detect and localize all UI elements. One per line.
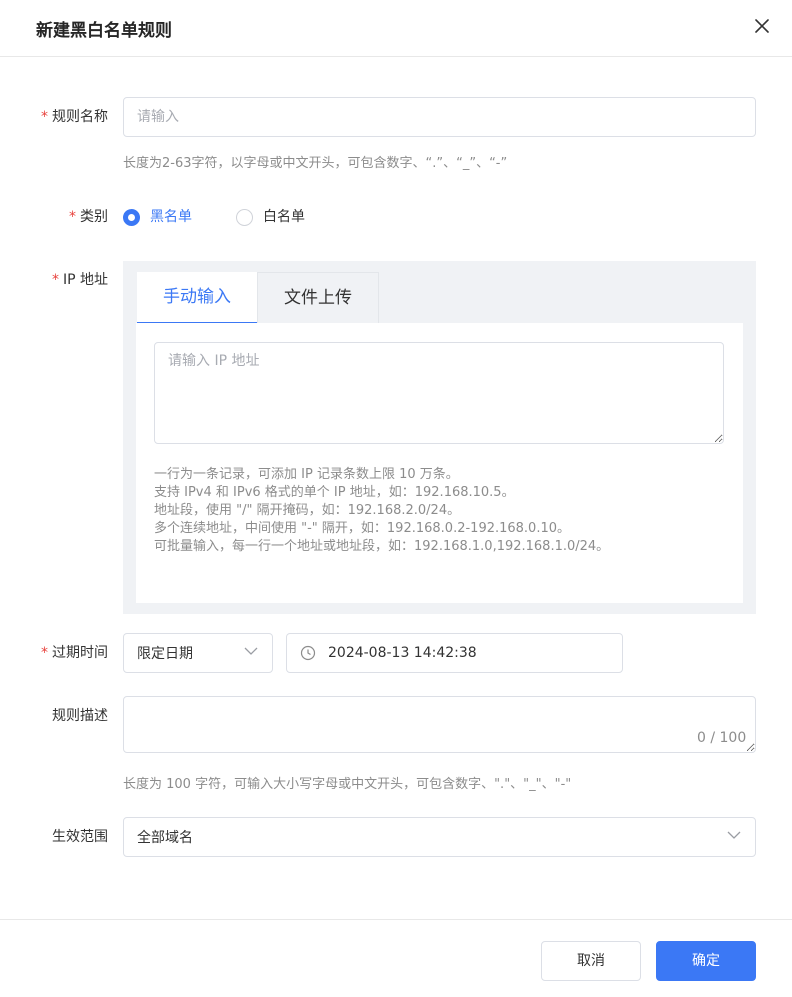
required-mark: *	[41, 109, 48, 125]
ip-label: * IP 地址	[51, 272, 108, 288]
expire-datetime-value: 2024-08-13 14:42:38	[328, 645, 477, 661]
description-counter: 0 / 100	[697, 730, 747, 746]
chevron-down-icon	[726, 827, 742, 847]
scope-value: 全部域名	[137, 830, 193, 846]
tab-manual-input[interactable]: 手动输入	[137, 272, 257, 323]
scope-label: 生效范围	[52, 829, 108, 845]
radio-blacklist-label: 黑名单	[150, 209, 192, 225]
rule-name-input[interactable]	[123, 97, 756, 137]
ip-hint-line: 可批量输入，每一行一个地址或地址段，如：192.168.1.0,192.168.…	[154, 539, 610, 554]
ip-hint-line: 多个连续地址，中间使用 "-" 隔开，如：192.168.0.2-192.168…	[154, 521, 571, 536]
description-label: 规则描述	[52, 708, 108, 724]
cancel-button[interactable]: 取消	[541, 941, 641, 981]
expire-label: * 过期时间	[41, 645, 108, 661]
dialog-header: 新建黑白名单规则	[0, 0, 792, 57]
clock-icon	[300, 645, 316, 661]
chevron-down-icon	[243, 643, 259, 663]
radio-whitelist-label: 白名单	[263, 209, 305, 225]
required-mark: *	[69, 209, 76, 225]
ip-hint-line: 一行为一条记录，可添加 IP 记录条数上限 10 万条。	[154, 467, 459, 482]
expire-mode-value: 限定日期	[137, 646, 193, 662]
close-icon[interactable]	[752, 16, 772, 36]
radio-dot	[123, 208, 140, 226]
confirm-button[interactable]: 确定	[656, 941, 756, 981]
ip-hint-line: 支持 IPv4 和 IPv6 格式的单个 IP 地址，如：192.168.10.…	[154, 485, 515, 500]
rule-name-label: * 规则名称	[41, 109, 108, 125]
tab-file-upload[interactable]: 文件上传	[257, 272, 379, 323]
radio-whitelist[interactable]: 白名单	[236, 207, 305, 227]
rule-name-hint: 长度为2-63字符，以字母或中文开头，可包含数字、“.”、“_”、“-”	[123, 156, 508, 171]
required-mark: *	[41, 645, 48, 661]
description-hint: 长度为 100 字符，可输入大小写字母或中文开头，可包含数字、"."、"_"、"…	[123, 777, 572, 792]
expire-datetime-picker[interactable]: 2024-08-13 14:42:38	[286, 633, 623, 673]
ip-hints: 一行为一条记录，可添加 IP 记录条数上限 10 万条。 支持 IPv4 和 I…	[154, 466, 609, 556]
required-mark: *	[51, 272, 59, 288]
description-textarea[interactable]	[123, 696, 756, 753]
radio-dot	[236, 208, 253, 226]
expire-mode-select[interactable]: 限定日期	[123, 633, 273, 673]
radio-blacklist[interactable]: 黑名单	[123, 207, 192, 227]
scope-select[interactable]: 全部域名	[123, 817, 756, 857]
ip-textarea[interactable]	[154, 342, 724, 444]
dialog-title: 新建黑白名单规则	[36, 21, 172, 41]
ip-hint-line: 地址段，使用 "/" 隔开掩码，如：192.168.2.0/24。	[154, 503, 461, 518]
category-label: * 类别	[69, 209, 108, 225]
dialog-footer: 取消 确定	[0, 919, 792, 997]
